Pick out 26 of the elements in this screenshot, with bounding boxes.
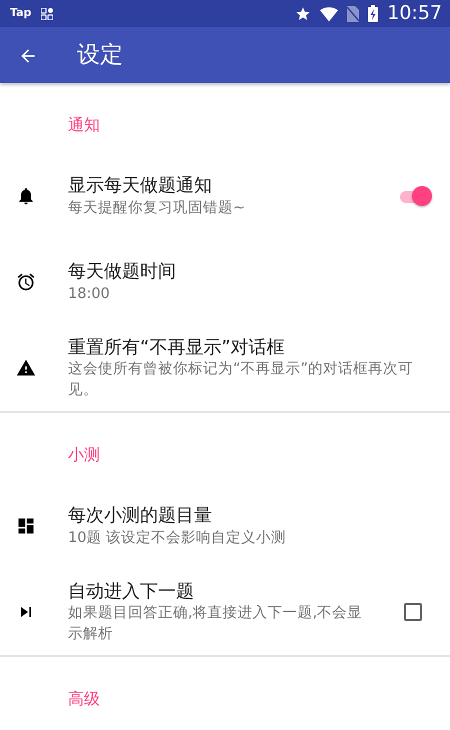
setting-summary: 如果题目回答正确,将直接进入下一题,不会显示解析 [68,604,364,644]
battery-icon [368,5,378,22]
section-header: 小测 [68,445,100,464]
setting-title[interactable]: 重置所有“不再显示”对话框 [68,336,420,360]
setting-title[interactable]: 每次小测的题目量 [68,504,420,528]
star-icon [295,6,312,22]
toggle-switch[interactable] [398,186,432,206]
setting-title[interactable]: 自动进入下一题 [68,580,366,604]
alarm-clock-icon [16,272,36,292]
no-sim-icon [347,6,360,22]
setting-summary: 每天提醒你复习巩固错题~ [68,198,246,218]
status-time: 10:57 [387,1,442,26]
checkbox[interactable] [404,603,422,621]
setting-title[interactable]: 显示每天做题通知 [68,174,368,198]
setting-summary: 18:00 [68,284,111,304]
setting-title[interactable]: 每天做题时间 [68,260,420,284]
warning-icon [16,358,36,378]
setting-summary: 10题 该设定不会影响自定义小测 [68,528,288,548]
section-header: 高级 [68,689,100,708]
app-label: Tap [10,5,32,22]
screen-title: 设定 [77,40,123,70]
notification-icon [41,8,54,20]
section-header: 通知 [68,115,100,134]
setting-summary: 这会使所有曾被你标记为“不再显示”的对话框再次可见。 [68,360,414,400]
wifi-icon [320,6,338,22]
dashboard-icon [16,516,36,536]
